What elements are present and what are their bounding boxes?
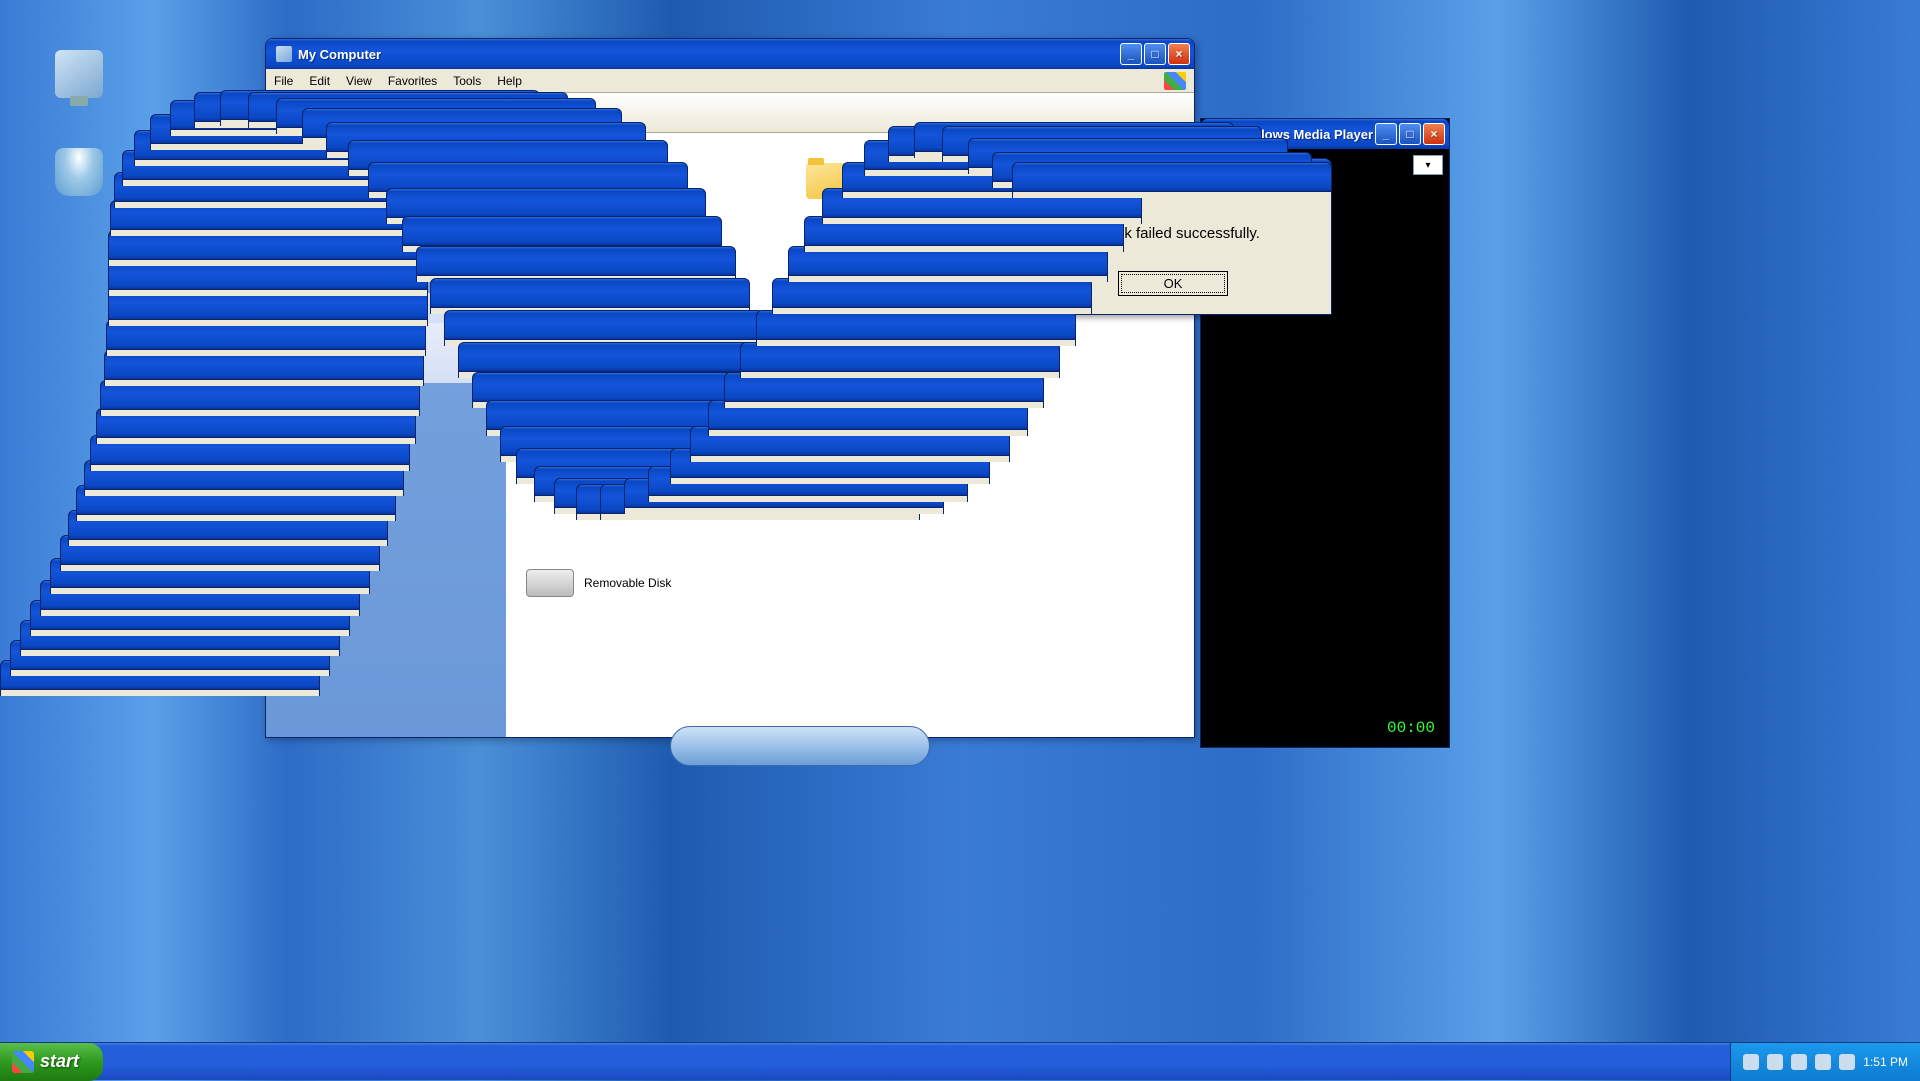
system-tray: 1:51 PM bbox=[1730, 1043, 1920, 1081]
link-my-documents[interactable]: My Documents bbox=[288, 205, 484, 227]
media-dropdown[interactable]: ▾ bbox=[1413, 155, 1443, 175]
maximize-button[interactable]: □ bbox=[1144, 43, 1166, 65]
start-button[interactable]: start bbox=[0, 1043, 103, 1081]
recycle-bin-icon bbox=[55, 148, 103, 196]
tray-icon[interactable] bbox=[1767, 1054, 1783, 1070]
menu-favorites[interactable]: Favorites bbox=[388, 74, 437, 88]
dialog-titlebar[interactable]: Windows XP × bbox=[1015, 159, 1331, 191]
menu-view[interactable]: View bbox=[346, 74, 372, 88]
drive-icon bbox=[526, 569, 574, 597]
task-head-other: Other Places bbox=[288, 153, 361, 167]
media-close-button[interactable]: × bbox=[1423, 123, 1445, 145]
media-title: Windows Media Player bbox=[1233, 127, 1373, 142]
link-control-panel[interactable]: Control Panel bbox=[288, 249, 484, 271]
chevron-up-icon[interactable]: ⌃ bbox=[466, 299, 484, 317]
tray-icon[interactable] bbox=[1839, 1054, 1855, 1070]
media-app-icon bbox=[1211, 126, 1227, 142]
desktop-icon-my-computer[interactable] bbox=[44, 50, 114, 102]
task-head-details: Details bbox=[288, 301, 327, 315]
drive-label: Removable Disk bbox=[584, 576, 671, 590]
explorer-titlebar[interactable]: My Computer _ □ × bbox=[266, 39, 1194, 69]
dialog-close-button[interactable]: × bbox=[1299, 162, 1325, 188]
xp-flag-icon bbox=[1164, 72, 1186, 90]
taskbar: start 1:51 PM bbox=[0, 1042, 1920, 1080]
link-network-places[interactable]: My Network Places bbox=[288, 183, 484, 205]
explorer-window[interactable]: My Computer _ □ × File Edit View Favorit… bbox=[265, 38, 1195, 738]
task-details: Details ⌃ My Computer System Folder bbox=[278, 293, 494, 383]
tray-icon[interactable] bbox=[1743, 1054, 1759, 1070]
ok-button[interactable]: OK bbox=[1118, 271, 1228, 296]
drive-removable[interactable]: Removable Disk bbox=[526, 569, 1174, 597]
media-titlebar[interactable]: Windows Media Player _ □ × bbox=[1201, 119, 1449, 149]
media-minimize-button[interactable]: _ bbox=[1375, 123, 1397, 145]
menu-tools[interactable]: Tools bbox=[453, 74, 481, 88]
close-button[interactable]: × bbox=[1168, 43, 1190, 65]
minimize-button[interactable]: _ bbox=[1120, 43, 1142, 65]
dialog-message: Task failed successfully. bbox=[1101, 225, 1260, 242]
side-panel: Other Places ⌃ My Network Places My Docum… bbox=[266, 133, 506, 737]
error-dialog[interactable]: Windows XP × i Task failed successfully.… bbox=[1014, 158, 1332, 315]
window-title: My Computer bbox=[298, 47, 381, 62]
tray-icon[interactable] bbox=[1791, 1054, 1807, 1070]
chevron-up-icon[interactable]: ⌃ bbox=[466, 151, 484, 169]
dialog-title: Windows XP bbox=[1021, 166, 1117, 184]
tray-icon[interactable] bbox=[1815, 1054, 1831, 1070]
menu-bar: File Edit View Favorites Tools Help bbox=[266, 69, 1194, 93]
media-time: 00:00 bbox=[1387, 719, 1435, 737]
menu-file[interactable]: File bbox=[274, 74, 293, 88]
desktop-icon-recycle-bin[interactable] bbox=[44, 148, 114, 200]
toolbar bbox=[266, 93, 1194, 133]
windows-flag-icon bbox=[12, 1051, 34, 1073]
clock[interactable]: 1:51 PM bbox=[1863, 1055, 1908, 1069]
start-label: start bbox=[40, 1051, 79, 1072]
my-computer-icon bbox=[276, 46, 292, 62]
monitor-icon bbox=[55, 50, 103, 98]
media-maximize-button[interactable]: □ bbox=[1399, 123, 1421, 145]
folder-label: Edit's Documents bbox=[860, 174, 953, 188]
task-other-places: Other Places ⌃ My Network Places My Docum… bbox=[278, 145, 494, 279]
folder-icon bbox=[806, 163, 850, 199]
details-type: System Folder bbox=[288, 353, 484, 375]
menu-edit[interactable]: Edit bbox=[309, 74, 330, 88]
media-controls[interactable] bbox=[670, 726, 930, 766]
info-icon: i bbox=[1037, 211, 1081, 255]
link-shared-documents[interactable]: Shared Documents bbox=[288, 227, 484, 249]
details-name: My Computer bbox=[288, 331, 484, 353]
menu-help[interactable]: Help bbox=[497, 74, 522, 88]
